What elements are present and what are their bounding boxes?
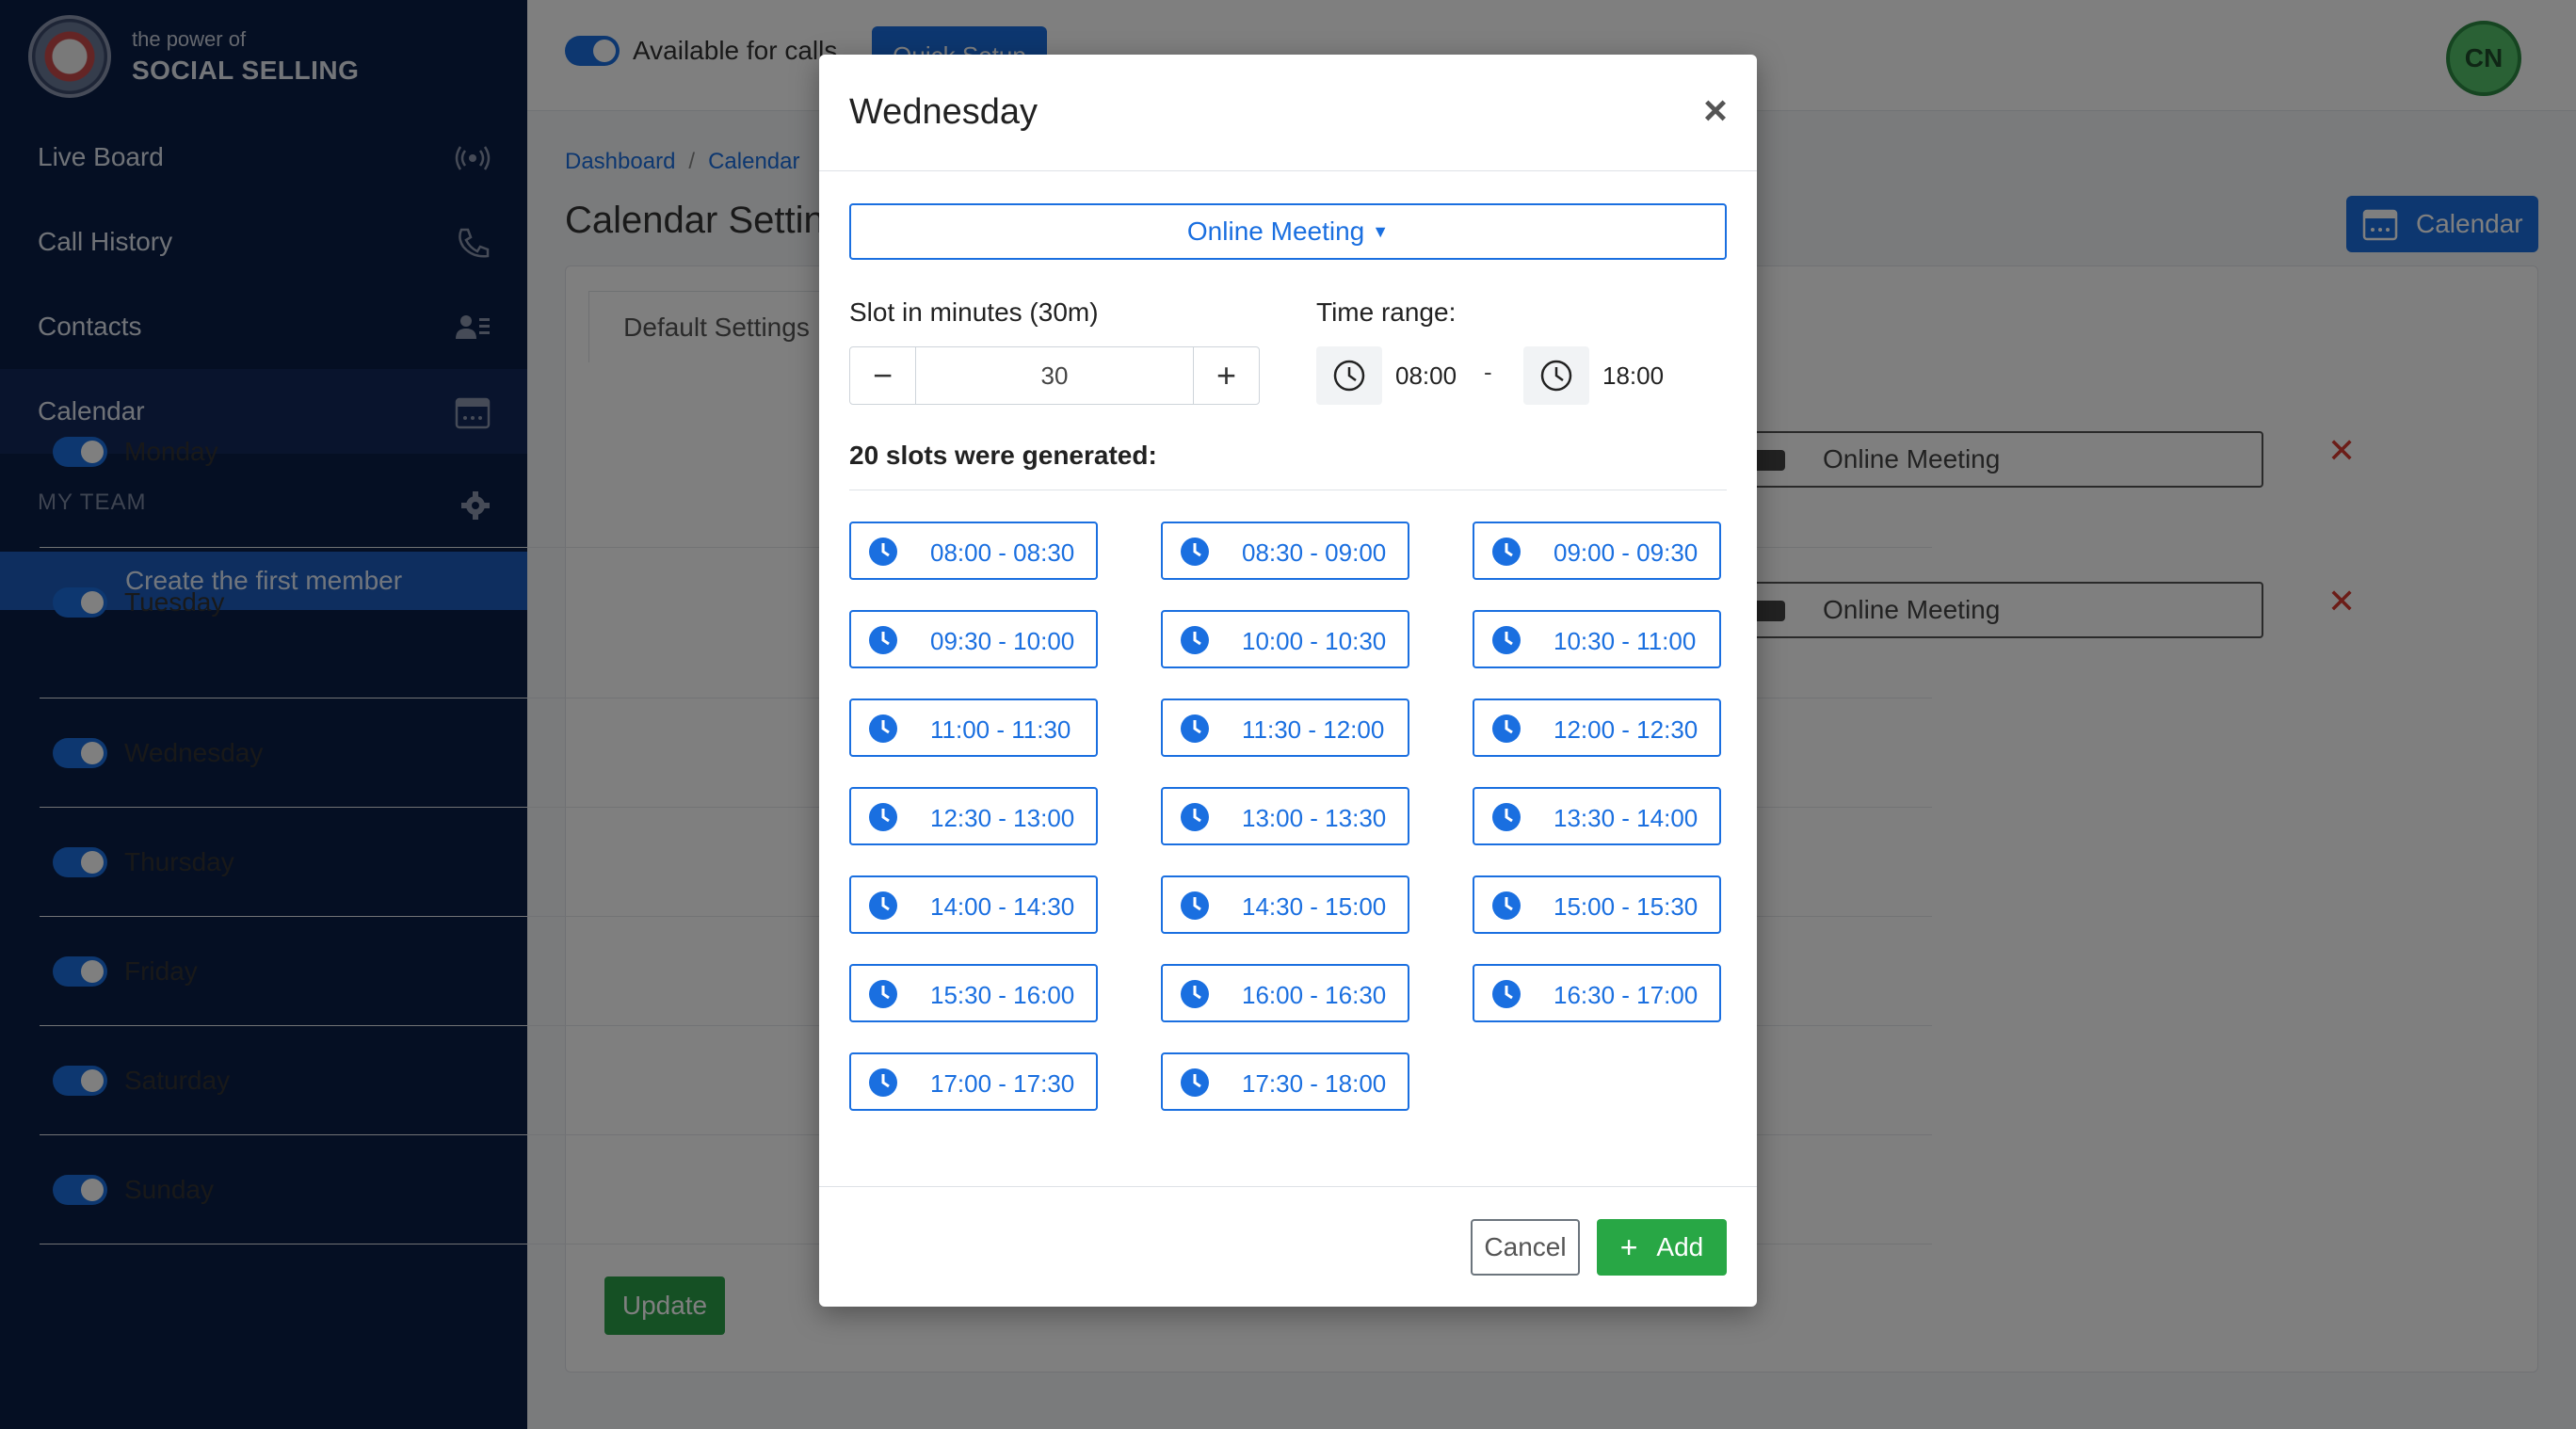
range-start-value: 08:00: [1395, 361, 1457, 390]
add-button-label: Add: [1656, 1232, 1704, 1261]
slot-minutes-input[interactable]: 30: [916, 347, 1193, 404]
time-slot-label: 15:00 - 15:30: [1554, 892, 1699, 921]
range-start-picker[interactable]: 08:00: [1316, 346, 1457, 405]
clock-icon: [869, 538, 897, 566]
clock-icon: [869, 891, 897, 920]
clock-icon: [1181, 626, 1209, 654]
clock-icon: [1492, 980, 1521, 1008]
time-slot-button[interactable]: 14:30 - 15:00: [1161, 875, 1409, 934]
day-slots-modal: Wednesday × Online Meeting ▼ Slot in min…: [819, 55, 1757, 1307]
time-slot-button[interactable]: 16:00 - 16:30: [1161, 964, 1409, 1022]
close-icon[interactable]: ×: [1695, 90, 1736, 132]
clock-icon: [1181, 980, 1209, 1008]
time-slot-button[interactable]: 12:00 - 12:30: [1473, 698, 1721, 757]
clock-icon: [869, 803, 897, 831]
clock-icon: [1181, 538, 1209, 566]
time-slot-button[interactable]: 14:00 - 14:30: [849, 875, 1098, 934]
time-slot-button[interactable]: 11:00 - 11:30: [849, 698, 1098, 757]
time-slot-label: 11:30 - 12:00: [1242, 715, 1385, 744]
modal-title: Wednesday: [849, 92, 1038, 132]
caret-down-icon: ▼: [1372, 221, 1390, 241]
slot-minutes-stepper: − 30 +: [849, 346, 1260, 405]
add-button[interactable]: + Add: [1597, 1219, 1727, 1276]
clock-icon: [1316, 346, 1382, 405]
meeting-type-value: Online Meeting: [1186, 217, 1365, 246]
time-slot-label: 15:30 - 16:00: [930, 981, 1075, 1009]
time-slot-label: 08:30 - 09:00: [1242, 538, 1387, 567]
cancel-button[interactable]: Cancel: [1471, 1219, 1580, 1276]
clock-icon: [869, 626, 897, 654]
range-end-picker[interactable]: 18:00: [1523, 346, 1664, 405]
time-slot-button[interactable]: 09:00 - 09:30: [1473, 522, 1721, 580]
clock-icon: [869, 980, 897, 1008]
time-slot-button[interactable]: 15:30 - 16:00: [849, 964, 1098, 1022]
clock-icon: [1492, 803, 1521, 831]
clock-icon: [1492, 626, 1521, 654]
time-slot-label: 13:30 - 14:00: [1554, 804, 1699, 832]
time-slot-label: 14:30 - 15:00: [1242, 892, 1387, 921]
time-slot-button[interactable]: 09:30 - 10:00: [849, 610, 1098, 668]
time-slot-label: 10:00 - 10:30: [1242, 627, 1387, 655]
time-slot-button[interactable]: 11:30 - 12:00: [1161, 698, 1409, 757]
plus-icon: +: [1619, 1229, 1638, 1264]
decrement-button[interactable]: −: [850, 347, 916, 404]
time-slot-label: 10:30 - 11:00: [1554, 627, 1697, 655]
time-slot-button[interactable]: 15:00 - 15:30: [1473, 875, 1721, 934]
range-separator: -: [1484, 358, 1492, 386]
time-slot-label: 13:00 - 13:30: [1242, 804, 1387, 832]
time-slot-button[interactable]: 10:00 - 10:30: [1161, 610, 1409, 668]
modal-footer: Cancel + Add: [819, 1186, 1757, 1307]
generated-count-text: 20 slots were generated:: [849, 441, 1157, 470]
time-slot-button[interactable]: 13:30 - 14:00: [1473, 787, 1721, 845]
clock-icon: [1492, 891, 1521, 920]
time-slot-button[interactable]: 17:30 - 18:00: [1161, 1052, 1409, 1111]
clock-icon: [1492, 538, 1521, 566]
time-slot-button[interactable]: 12:30 - 13:00: [849, 787, 1098, 845]
time-slot-button[interactable]: 10:30 - 11:00: [1473, 610, 1721, 668]
time-slot-label: 12:00 - 12:30: [1554, 715, 1699, 744]
time-slot-label: 09:00 - 09:30: [1554, 538, 1699, 567]
modal-header: Wednesday ×: [819, 55, 1757, 171]
slot-minutes-label: Slot in minutes (30m): [849, 297, 1099, 327]
clock-icon: [1181, 803, 1209, 831]
time-slot-label: 08:00 - 08:30: [930, 538, 1075, 567]
time-range-label: Time range:: [1316, 297, 1457, 327]
range-end-value: 18:00: [1602, 361, 1665, 390]
clock-icon: [869, 714, 897, 743]
clock-icon: [1492, 714, 1521, 743]
increment-button[interactable]: +: [1193, 347, 1259, 404]
clock-icon: [1181, 891, 1209, 920]
time-slot-button[interactable]: 16:30 - 17:00: [1473, 964, 1721, 1022]
clock-icon: [1523, 346, 1589, 405]
time-slot-label: 11:00 - 11:30: [930, 715, 1071, 744]
time-slot-button[interactable]: 13:00 - 13:30: [1161, 787, 1409, 845]
time-slot-label: 09:30 - 10:00: [930, 627, 1075, 655]
time-slot-label: 14:00 - 14:30: [930, 892, 1075, 921]
time-slot-button[interactable]: 17:00 - 17:30: [849, 1052, 1098, 1111]
clock-icon: [869, 1068, 897, 1097]
meeting-type-dropdown[interactable]: Online Meeting ▼: [849, 203, 1727, 260]
time-slot-label: 16:00 - 16:30: [1242, 981, 1387, 1009]
time-slot-label: 16:30 - 17:00: [1554, 981, 1699, 1009]
time-slot-label: 17:30 - 18:00: [1242, 1069, 1387, 1098]
clock-icon: [1181, 714, 1209, 743]
time-slot-label: 12:30 - 13:00: [930, 804, 1075, 832]
time-slot-button[interactable]: 08:30 - 09:00: [1161, 522, 1409, 580]
time-slot-label: 17:00 - 17:30: [930, 1069, 1075, 1098]
time-slot-button[interactable]: 08:00 - 08:30: [849, 522, 1098, 580]
clock-icon: [1181, 1068, 1209, 1097]
